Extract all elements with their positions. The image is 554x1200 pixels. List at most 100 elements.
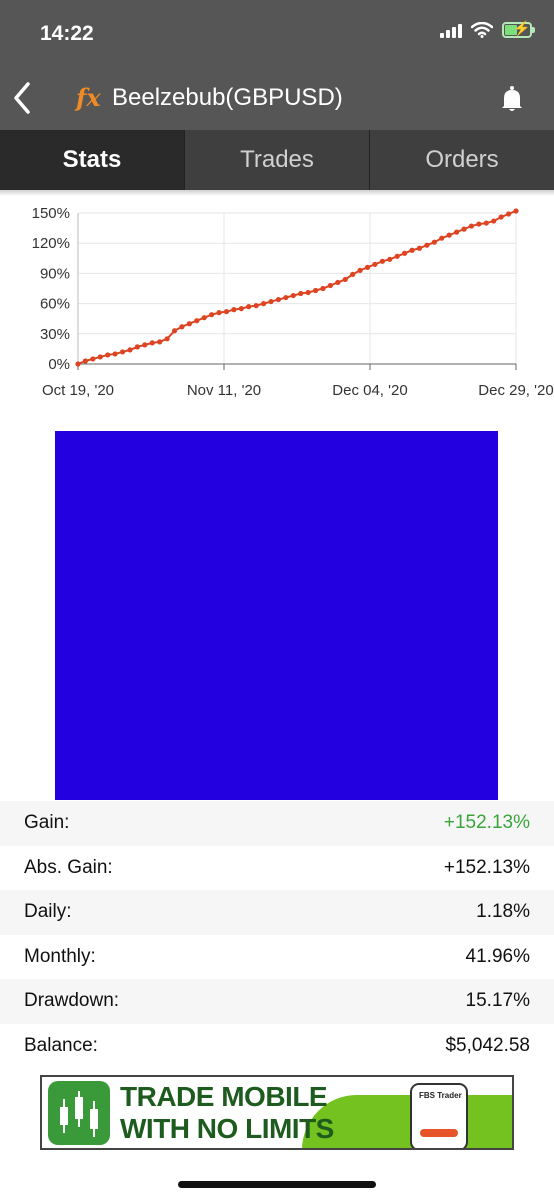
x-tick-label: Oct 19, '20 [42,382,114,399]
data-point [283,294,289,301]
stat-value: 41.96% [465,945,530,967]
data-point [164,336,170,342]
battery-icon: ⚡ [502,20,535,38]
data-point [231,307,237,313]
data-point [97,354,103,360]
bell-icon [502,86,522,111]
stat-label: Abs. Gain: [24,856,113,878]
data-point [446,232,452,238]
stat-value: +152.13% [443,856,530,878]
tab-orders[interactable]: Orders [369,130,554,190]
tab-shadow [0,190,554,196]
top-bar: 14:22 ⚡ fx Beelzebub(GBPUSD) [0,0,554,130]
data-point [246,304,252,310]
data-point [157,339,163,345]
data-point [431,239,437,245]
data-point [483,220,489,226]
data-point [194,318,200,324]
y-tick-label: 30% [40,326,70,343]
data-point [416,245,423,251]
x-tick-label: Dec 29, '20 [478,382,553,399]
stat-row-abs-gain: Abs. Gain: +152.13% [0,846,554,891]
data-point [179,324,185,330]
data-point [290,292,296,299]
data-point [82,358,89,364]
data-point [327,282,334,289]
fx-logo: fx [76,83,101,112]
data-point [186,321,192,327]
ad-banner[interactable]: TRADE MOBILE WITH NO LIMITS FBS Trader [40,1075,514,1150]
signal-icon [440,22,462,38]
wifi-icon [471,22,493,38]
stat-value: 15.17% [465,990,530,1012]
data-point [342,276,348,283]
stats-table: Gain: +152.13% Abs. Gain: +152.13% Daily… [0,801,554,1068]
phone-button-graphic [420,1129,458,1137]
data-point [505,211,512,217]
y-tick-label: 60% [40,296,70,313]
stat-label: Monthly: [24,945,96,967]
data-point [409,247,415,253]
data-point [112,351,118,357]
home-indicator [178,1181,376,1188]
tab-stats[interactable]: Stats [0,130,184,190]
data-point [216,310,222,316]
data-point [201,315,207,321]
y-tick-label: 90% [40,265,70,282]
data-point [119,349,126,355]
phone-label: FBS Trader [419,1091,462,1100]
stat-row-daily: Daily: 1.18% [0,890,554,935]
data-point [461,226,467,232]
stat-label: Daily: [24,901,72,923]
stat-row-drawdown: Drawdown: 15.17% [0,979,554,1024]
x-tick-label: Dec 04, '20 [332,382,407,399]
data-point [238,306,244,312]
data-point [105,352,111,358]
data-point [379,258,385,264]
data-point [402,250,408,256]
data-point [253,303,259,309]
data-point [320,285,326,292]
data-point [268,298,274,305]
stat-label: Gain: [24,812,70,834]
stat-row-balance: Balance: $5,042.58 [0,1024,554,1069]
status-icons: ⚡ [440,20,535,38]
data-point [372,261,378,267]
data-point [149,340,155,346]
data-point [476,221,482,227]
stat-row-monthly: Monthly: 41.96% [0,935,554,980]
data-point [454,229,460,235]
data-point [275,296,282,303]
data-point [439,235,445,241]
stat-row-gain: Gain: +152.13% [0,801,554,846]
phone-illustration: FBS Trader [410,1083,468,1148]
data-point [312,287,319,294]
y-tick-label: 0% [48,356,70,373]
data-point [387,256,393,262]
data-point [171,328,178,334]
data-point [127,347,133,353]
data-point [75,361,81,367]
y-tick-label: 150% [32,205,70,222]
data-point [305,289,311,296]
notifications-button[interactable] [497,84,527,114]
data-point [513,208,519,214]
chevron-left-icon [14,82,30,114]
y-tick-label: 120% [32,235,70,252]
data-point [142,342,148,348]
candlestick-icon [48,1081,110,1145]
data-point [468,223,475,229]
data-point [260,301,267,307]
ad-headline: TRADE MOBILE WITH NO LIMITS [120,1081,334,1145]
data-point [134,344,140,350]
tab-bar: Stats Trades Orders [0,130,554,190]
growth-chart: 150% 120% 90% 60% 30% 0% Oct 19, '20 Nov 11, '2… [32,205,554,399]
tab-trades[interactable]: Trades [184,130,369,190]
status-time: 14:22 [40,22,94,45]
x-tick-label: Nov 11, '20 [187,382,261,399]
data-point [394,253,400,259]
stat-label: Balance: [24,1034,98,1056]
stat-value: 1.18% [476,901,530,923]
back-button[interactable] [8,78,40,118]
page-title: Beelzebub(GBPUSD) [112,84,343,111]
